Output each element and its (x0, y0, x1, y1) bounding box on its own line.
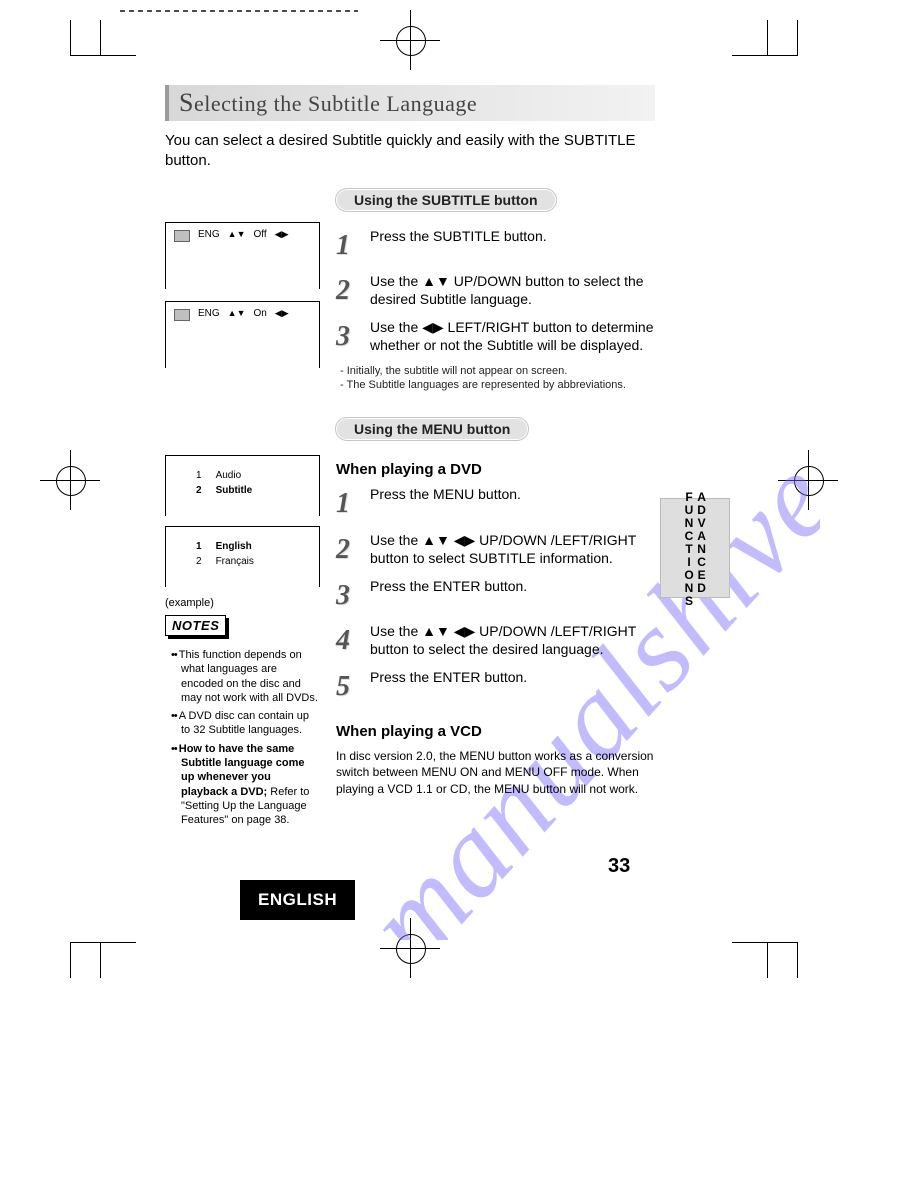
menu-row: 1 English (196, 539, 309, 554)
section1-steps: 1Press the SUBTITLE button. 2Use the ▲▼ … (336, 222, 655, 393)
page-content: Selecting the Subtitle Language You can … (165, 85, 655, 832)
step-number-icon: 1 (336, 486, 362, 522)
menu-row-num: 1 (196, 541, 202, 552)
step-text: Use the ◀▶ LEFT/RIGHT button to determin… (370, 319, 655, 355)
step-text: Use the ▲▼ ◀▶ UP/DOWN /LEFT/RIGHT button… (370, 623, 655, 659)
menu-row: 2 Français (196, 554, 309, 569)
menu-row-num: 2 (196, 556, 202, 567)
footnote: - Initially, the subtitle will not appea… (340, 365, 655, 377)
example-label: (example) (165, 597, 320, 609)
note-item: A DVD disc can contain up to 32 Subtitle… (171, 709, 320, 738)
step-number-icon: 2 (336, 273, 362, 309)
notes-list: This function depends on what languages … (165, 648, 320, 828)
side-tab-text: ADVANCED FUNCTIONS (682, 490, 707, 607)
step-3: 3Use the ◀▶ LEFT/RIGHT button to determi… (336, 319, 655, 355)
step-4: 4Use the ▲▼ ◀▶ UP/DOWN /LEFT/RIGHT butto… (336, 623, 655, 659)
step-number-icon: 1 (336, 228, 362, 264)
registration-mark-icon (380, 918, 440, 978)
section-heading-subtitle-button: Using the SUBTITLE button (335, 188, 557, 212)
menu-row-num: 1 (196, 470, 202, 481)
step-2: 2Use the ▲▼ ◀▶ UP/DOWN /LEFT/RIGHT butto… (336, 532, 655, 568)
menu-box-top: 1 Audio 2 Subtitle (165, 455, 320, 516)
step-text: Use the ▲▼ UP/DOWN button to select the … (370, 273, 655, 309)
menu-row-label: Subtitle (216, 485, 253, 496)
step-2: 2Use the ▲▼ UP/DOWN button to select the… (336, 273, 655, 309)
footnote: - The Subtitle languages are represented… (340, 379, 655, 391)
dvd-heading: When playing a DVD (336, 461, 655, 478)
menu-box-bottom: 1 English 2 Français (165, 526, 320, 587)
osd-lang: ENG (198, 229, 220, 240)
crop-mark (100, 20, 136, 56)
subtitle-icon (174, 230, 190, 242)
page-title: Selecting the Subtitle Language (165, 85, 655, 121)
registration-mark-icon (380, 10, 440, 70)
updown-icon: ▲▼ (228, 308, 246, 318)
menu-row-label: English (216, 541, 252, 552)
step-3: 3Press the ENTER button. (336, 578, 655, 614)
notes-heading: NOTES (165, 615, 226, 636)
vcd-body: In disc version 2.0, the MENU button wor… (336, 748, 655, 797)
menu-row-label: Français (216, 556, 254, 567)
menu-row: 2 Subtitle (196, 483, 309, 498)
side-tab-advanced-functions: ADVANCED FUNCTIONS (660, 498, 730, 598)
osd-examples: ENG ▲▼ Off ◀▶ ENG ▲▼ On ◀▶ (165, 222, 320, 393)
step-1: 1Press the SUBTITLE button. (336, 228, 655, 264)
step-number-icon: 3 (336, 578, 362, 614)
title-text: electing the Subtitle Language (194, 91, 477, 116)
intro-paragraph: You can select a desired Subtitle quickl… (165, 131, 655, 172)
osd-state: Off (254, 229, 267, 240)
step-number-icon: 2 (336, 532, 362, 568)
section1-footnotes: - Initially, the subtitle will not appea… (340, 365, 655, 391)
step-number-icon: 4 (336, 623, 362, 659)
osd-lang: ENG (198, 308, 220, 319)
menu-row-num: 2 (196, 485, 202, 496)
title-initial: S (179, 88, 194, 117)
osd-state: On (254, 308, 267, 319)
language-box: ENGLISH (240, 880, 355, 920)
step-text: Press the ENTER button. (370, 669, 655, 705)
registration-mark-icon (778, 450, 838, 510)
dot-line (120, 10, 358, 12)
leftright-icon: ◀▶ (275, 229, 289, 240)
page-number: 33 (608, 855, 630, 878)
step-number-icon: 3 (336, 319, 362, 355)
osd-box-on: ENG ▲▼ On ◀▶ (165, 301, 320, 368)
note-item: How to have the same Subtitle language c… (171, 742, 320, 828)
crop-mark (732, 20, 768, 56)
step-text: Use the ▲▼ ◀▶ UP/DOWN /LEFT/RIGHT button… (370, 532, 655, 568)
step-text: Press the MENU button. (370, 486, 655, 522)
section-heading-menu-button: Using the MENU button (335, 417, 529, 441)
step-5: 5Press the ENTER button. (336, 669, 655, 705)
subtitle-icon (174, 309, 190, 321)
step-1: 1Press the MENU button. (336, 486, 655, 522)
crop-mark (100, 942, 136, 978)
crop-mark (732, 942, 768, 978)
menu-row: 1 Audio (196, 468, 309, 483)
step-text: Press the ENTER button. (370, 578, 655, 614)
step-text: Press the SUBTITLE button. (370, 228, 655, 264)
note-item: This function depends on what languages … (171, 648, 320, 705)
osd-box-off: ENG ▲▼ Off ◀▶ (165, 222, 320, 289)
vcd-heading: When playing a VCD (336, 723, 655, 740)
menu-row-label: Audio (216, 470, 242, 481)
step-number-icon: 5 (336, 669, 362, 705)
leftright-icon: ◀▶ (275, 308, 289, 319)
updown-icon: ▲▼ (228, 229, 246, 239)
registration-mark-icon (40, 450, 100, 510)
